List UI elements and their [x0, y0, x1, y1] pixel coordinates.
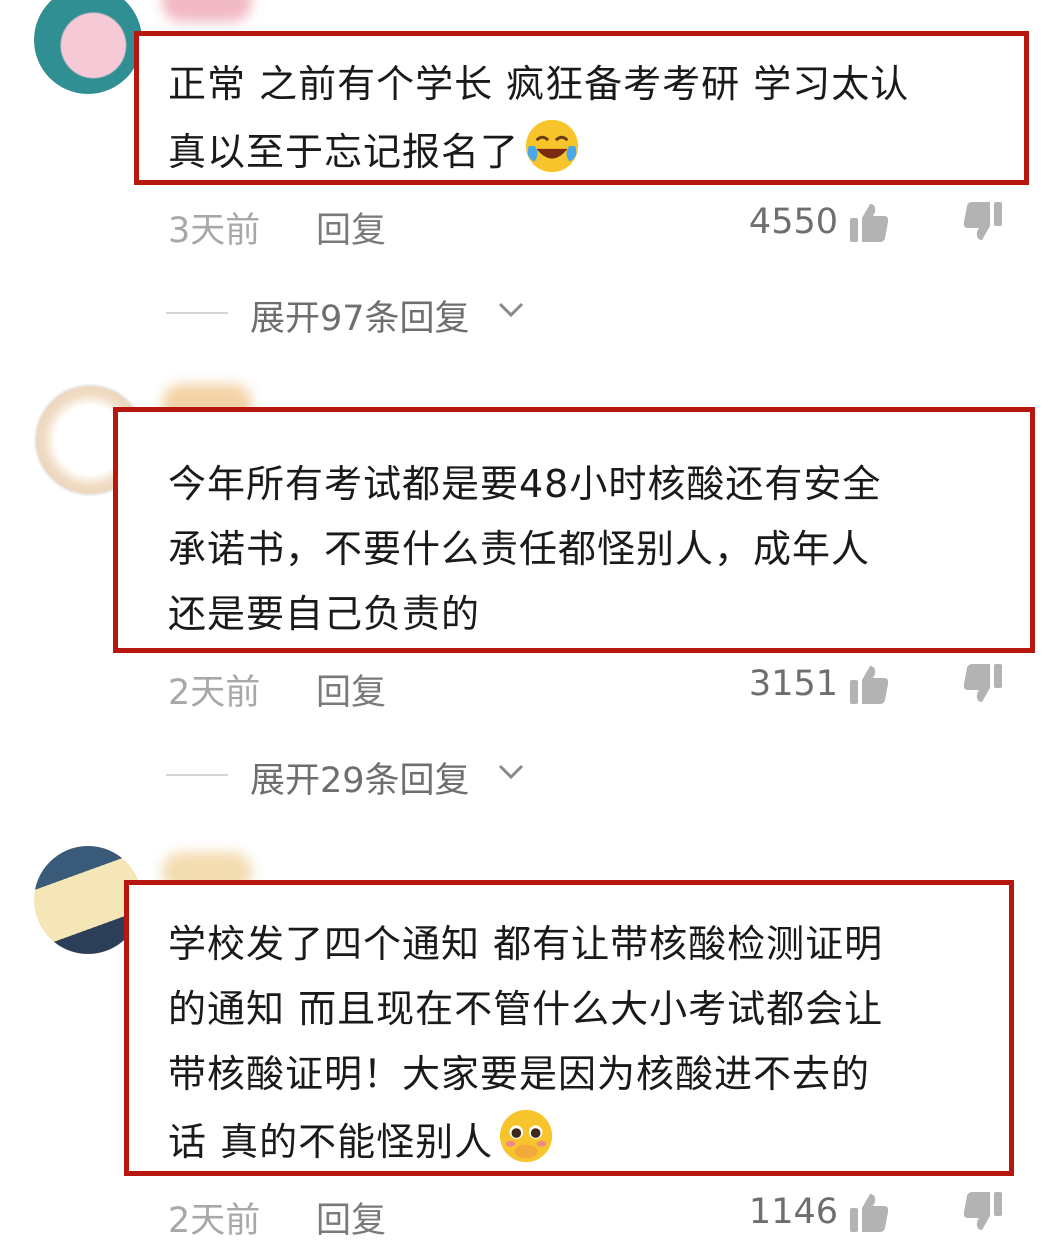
comment-line: 承诺书，不要什么责任都怪别人，成年人: [168, 527, 871, 571]
thumbs-up-icon[interactable]: [848, 662, 890, 706]
expand-replies-label[interactable]: 展开29条回复: [250, 752, 470, 803]
timestamp: 2天前: [168, 1201, 261, 1241]
comment-line: 话 真的不能怪别人: [168, 1107, 883, 1175]
comment-line: 学校发了四个通知 都有让带核酸检测证明: [168, 922, 884, 966]
comment-meta: 2天前 回复 3151: [0, 656, 1056, 716]
thumbs-up-icon[interactable]: [848, 200, 890, 244]
like-count: 3151: [748, 664, 838, 704]
pleading-face-emoji: [499, 1109, 553, 1163]
divider: [166, 774, 228, 776]
comment-line: 今年所有考试都是要48小时核酸还有安全: [168, 462, 882, 506]
avatar[interactable]: [34, 0, 142, 94]
expand-replies[interactable]: 展开97条回复: [0, 288, 1056, 341]
comment-text: 今年所有考试都是要48小时核酸还有安全 承诺书，不要什么责任都怪别人，成年人 还…: [168, 452, 881, 647]
comment-meta: 3天前 回复 4550: [0, 194, 1056, 254]
divider: [166, 312, 228, 314]
like-count: 1146: [748, 1192, 838, 1232]
expand-replies-label[interactable]: 展开97条回复: [250, 290, 470, 341]
chevron-down-icon: [498, 764, 524, 780]
comment-line: 还是要自己负责的: [168, 592, 481, 636]
thumbs-down-icon[interactable]: [962, 200, 1004, 244]
reply-button[interactable]: 回复: [316, 202, 386, 253]
laughing-tears-emoji: [525, 119, 579, 173]
thumbs-up-icon[interactable]: [848, 1190, 890, 1234]
thumbs-down-icon[interactable]: [962, 662, 1004, 706]
comment-text: 正常 之前有个学长 疯狂备考考研 学习太认 真以至于忘记报名了: [168, 52, 909, 185]
timestamp: 2天前: [168, 673, 261, 713]
comment-line: 正常 之前有个学长 疯狂备考考研 学习太认: [168, 62, 910, 106]
comment-line: 的通知 而且现在不管什么大小考试都会让: [168, 987, 884, 1031]
timestamp: 3天前: [168, 211, 261, 251]
chevron-down-icon: [498, 302, 524, 318]
comment-meta: 2天前 回复 1146: [0, 1184, 1056, 1244]
comment-line: 带核酸证明！大家要是因为核酸进不去的: [168, 1052, 871, 1096]
reply-button[interactable]: 回复: [316, 1192, 386, 1243]
reply-button[interactable]: 回复: [316, 664, 386, 715]
comment-text: 学校发了四个通知 都有让带核酸检测证明 的通知 而且现在不管什么大小考试都会让 …: [168, 912, 883, 1175]
like-count: 4550: [748, 202, 838, 242]
thumbs-down-icon[interactable]: [962, 1190, 1004, 1234]
username-blurred[interactable]: [162, 0, 252, 22]
expand-replies[interactable]: 展开29条回复: [0, 750, 1056, 803]
comment-line: 真以至于忘记报名了: [168, 117, 909, 185]
